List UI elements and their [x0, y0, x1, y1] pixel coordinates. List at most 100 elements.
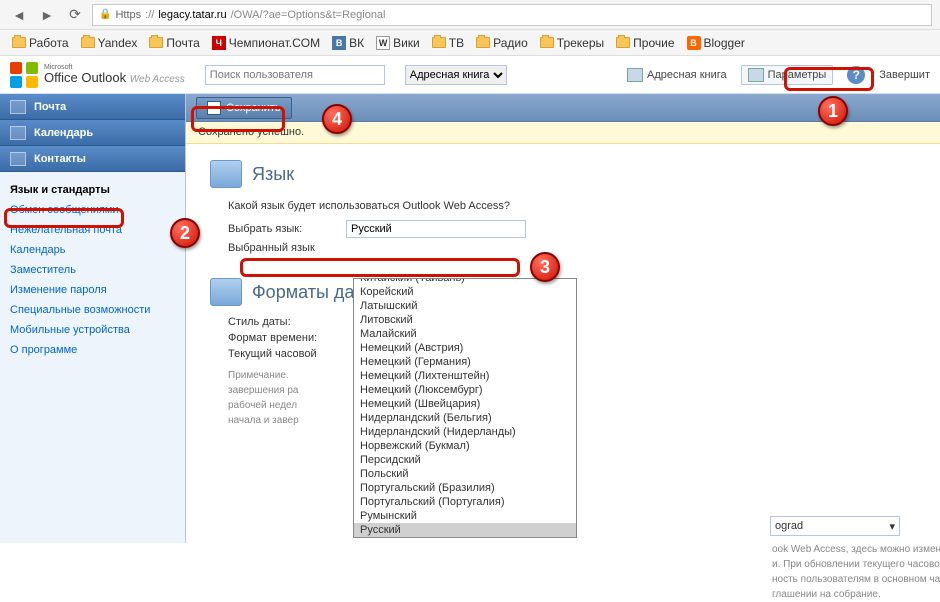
champ-icon: Ч — [212, 36, 226, 50]
bookmark-label: Работа — [29, 36, 69, 50]
sidebar-nav-mail[interactable]: Почта — [0, 94, 185, 120]
url-scheme: Https — [115, 9, 141, 21]
logout-link[interactable]: Завершит — [879, 69, 930, 81]
sidebar-nav-label: Почта — [34, 101, 66, 113]
folder-icon — [432, 37, 446, 48]
sidebar-nav-label: Контакты — [34, 153, 86, 165]
calendar-icon — [210, 278, 242, 306]
chosen-language-row: Выбранный язык — [228, 242, 916, 254]
sidebar-options: Язык и стандартыОбмен сообщениямиНежелат… — [0, 172, 185, 368]
chevron-down-icon: ▾ — [889, 520, 895, 533]
logout-label: Завершит — [879, 69, 930, 81]
dropdown-item[interactable]: Португальский (Португалия) — [354, 495, 576, 509]
sidebar-link[interactable]: Изменение пароля — [0, 280, 185, 300]
bookmark-item[interactable]: Трекеры — [536, 34, 608, 52]
logo-outlook: Office Outlook Web Access — [44, 71, 185, 85]
mail-icon — [10, 100, 26, 114]
folder-icon — [81, 37, 95, 48]
select-language-row: Выбрать язык: — [228, 220, 916, 238]
bookmarks-bar: РаботаYandexПочтаЧЧемпионат.COMBВКWВикиТ… — [0, 30, 940, 56]
select-language-label: Выбрать язык: — [228, 223, 338, 235]
dropdown-item[interactable]: Немецкий (Швейцария) — [354, 397, 576, 411]
search-user-input[interactable] — [205, 65, 385, 85]
dropdown-item[interactable]: Корейский — [354, 285, 576, 299]
reload-button[interactable]: ⟳ — [64, 4, 86, 26]
globe-icon — [210, 160, 242, 188]
folder-icon — [149, 37, 163, 48]
forward-button[interactable]: ► — [36, 4, 58, 26]
dropdown-item[interactable]: Немецкий (Германия) — [354, 355, 576, 369]
dropdown-item[interactable]: Русский — [354, 523, 576, 537]
bookmark-item[interactable]: WВики — [372, 34, 424, 52]
sidebar-link[interactable]: Календарь — [0, 240, 185, 260]
callout-1: 1 — [818, 96, 848, 126]
address-book-select[interactable]: Адресная книга — [405, 65, 507, 85]
parameters-link[interactable]: Параметры — [741, 65, 834, 85]
save-icon — [207, 101, 221, 115]
sidebar-link[interactable]: Заместитель — [0, 260, 185, 280]
bookmark-label: Почта — [166, 36, 199, 50]
url-path: /OWA/?ae=Options&t=Regional — [231, 9, 386, 21]
dropdown-item[interactable]: Португальский (Бразилия) — [354, 481, 576, 495]
sidebar-link[interactable]: Мобильные устройства — [0, 320, 185, 340]
bookmark-item[interactable]: Радио — [472, 34, 532, 52]
dropdown-item[interactable]: Персидский — [354, 453, 576, 467]
language-section: Язык Какой язык будет использоваться Out… — [186, 144, 940, 274]
bookmark-item[interactable]: Работа — [8, 34, 73, 52]
dropdown-item[interactable]: Нидерландский (Бельгия) — [354, 411, 576, 425]
bookmark-label: Blogger — [704, 36, 745, 50]
timezone-select[interactable]: ograd ▾ — [770, 516, 900, 536]
params-icon — [748, 68, 764, 82]
dropdown-item[interactable]: Немецкий (Лихтенштейн) — [354, 369, 576, 383]
bookmark-item[interactable]: Прочие — [612, 34, 678, 52]
book-icon — [627, 68, 643, 82]
sidebar: ПочтаКалендарьКонтакты Язык и стандартыО… — [0, 94, 186, 543]
dropdown-item[interactable]: Польский — [354, 467, 576, 481]
dropdown-item[interactable]: Литовский — [354, 313, 576, 327]
dropdown-item[interactable]: Норвежский (Букмал) — [354, 439, 576, 453]
language-title: Язык — [252, 164, 294, 185]
address-book-link[interactable]: Адресная книга — [627, 68, 727, 82]
bookmark-item[interactable]: ТВ — [428, 34, 468, 52]
sidebar-nav-contacts[interactable]: Контакты — [0, 146, 185, 172]
back-button[interactable]: ◄ — [8, 4, 30, 26]
bookmark-item[interactable]: Почта — [145, 34, 203, 52]
chosen-language-label: Выбранный язык — [228, 242, 338, 254]
language-dropdown[interactable]: Китайский (Сингапур)Китайский (Тайвань)К… — [353, 278, 577, 538]
bookmark-label: Yandex — [98, 36, 138, 50]
help-icon[interactable]: ? — [847, 66, 865, 84]
sidebar-link[interactable]: Язык и стандарты — [0, 180, 185, 200]
bookmark-item[interactable]: BВК — [328, 34, 368, 52]
timezone-label: Текущий часовой — [228, 348, 338, 360]
lock-icon: 🔒 — [99, 9, 111, 20]
bookmark-label: Трекеры — [557, 36, 604, 50]
folder-icon — [616, 37, 630, 48]
dropdown-item[interactable]: Нидерландский (Нидерланды) — [354, 425, 576, 439]
dropdown-item[interactable]: Румынский — [354, 509, 576, 523]
url-host: legacy.tatar.ru — [158, 9, 226, 21]
bookmark-item[interactable]: ЧЧемпионат.COM — [208, 34, 324, 52]
dropdown-item[interactable]: Малайский — [354, 327, 576, 341]
sidebar-link[interactable]: Специальные возможности — [0, 300, 185, 320]
folder-icon — [476, 37, 490, 48]
bookmark-label: ВК — [349, 36, 364, 50]
bookmark-item[interactable]: Yandex — [77, 34, 142, 52]
office-icon — [10, 62, 38, 88]
folder-icon — [12, 37, 26, 48]
sidebar-link[interactable]: Обмен сообщениями — [0, 200, 185, 220]
time-format-label: Формат времени: — [228, 332, 338, 344]
sidebar-nav-calendar[interactable]: Календарь — [0, 120, 185, 146]
language-prompt: Какой язык будет использоваться Outlook … — [228, 200, 916, 212]
contacts-icon — [10, 152, 26, 166]
save-button[interactable]: Сохранить — [196, 97, 292, 119]
address-bar[interactable]: 🔒 Https :// legacy.tatar.ru /OWA/?ae=Opt… — [92, 4, 932, 26]
save-label: Сохранить — [226, 102, 281, 114]
dropdown-item[interactable]: Латышский — [354, 299, 576, 313]
sidebar-link[interactable]: Нежелательная почта — [0, 220, 185, 240]
dropdown-item[interactable]: Немецкий (Люксембург) — [354, 383, 576, 397]
sidebar-link[interactable]: О программе — [0, 340, 185, 360]
language-select[interactable] — [346, 220, 526, 238]
bookmark-item[interactable]: BBlogger — [683, 34, 749, 52]
sidebar-nav-label: Календарь — [34, 127, 93, 139]
dropdown-item[interactable]: Немецкий (Австрия) — [354, 341, 576, 355]
